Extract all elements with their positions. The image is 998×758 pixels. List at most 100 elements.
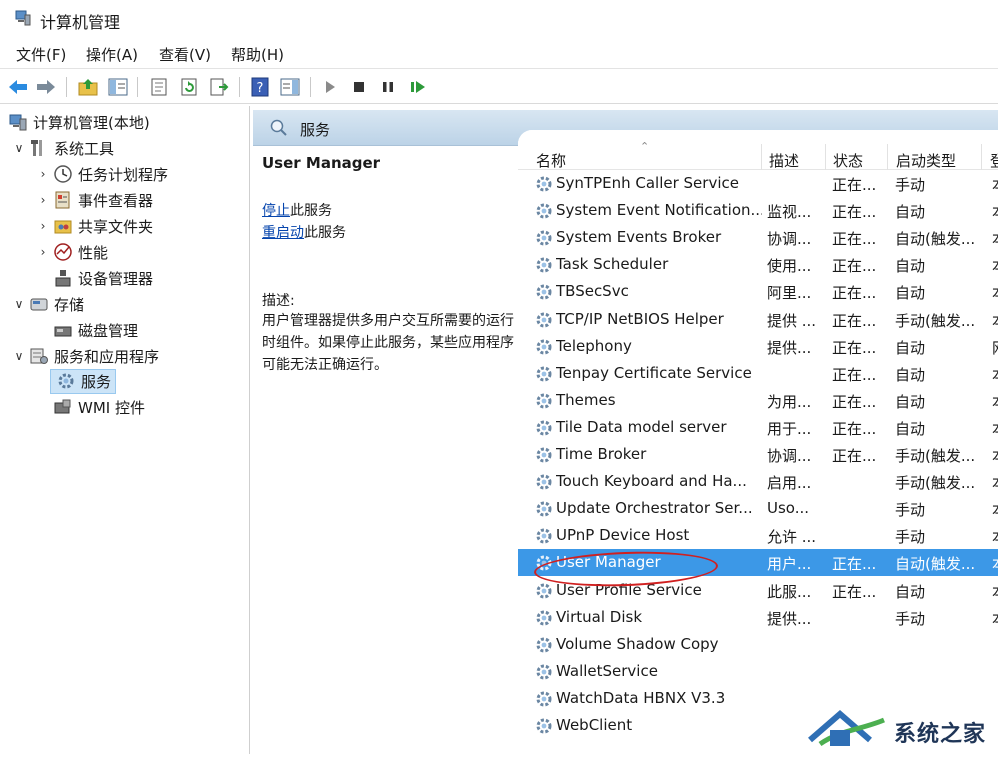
- clock-icon: [54, 165, 72, 183]
- chevron-down-icon[interactable]: ∨: [12, 141, 26, 155]
- menu-action[interactable]: 操作(A): [84, 44, 140, 65]
- services-list: ⌃ 名称 描述 状态 启动类型 登 SynTPEnh Caller Servic…: [518, 130, 998, 754]
- restart-service-icon[interactable]: [406, 75, 430, 99]
- house-logo-icon: [808, 710, 885, 747]
- gear-icon: [536, 501, 552, 517]
- service-name-cell: UPnP Device Host: [556, 526, 690, 545]
- service-logon-cell: 本: [992, 228, 998, 249]
- tree-item-label: WMI 控件: [78, 398, 145, 417]
- gear-icon: [536, 447, 552, 463]
- tree-item-shared-folders[interactable]: › 共享文件夹: [36, 213, 153, 239]
- service-name-cell: System Event Notification...: [556, 201, 762, 220]
- column-header-logon[interactable]: 登: [990, 150, 998, 171]
- service-name-cell: Tile Data model server: [556, 417, 727, 436]
- service-description-cell: 提供...: [767, 338, 812, 357]
- show-hide-tree-icon[interactable]: [106, 75, 130, 99]
- column-divider[interactable]: [981, 144, 982, 170]
- service-description-cell: 用于...: [767, 419, 812, 438]
- table-row[interactable]: System Event Notification... 监视... 正在... 自动…: [518, 197, 998, 224]
- table-row[interactable]: TBSecSvc 阿里... 正在... 自动 本: [518, 278, 998, 305]
- table-row[interactable]: WalletService: [518, 658, 998, 685]
- menu-file[interactable]: 文件(F): [14, 44, 68, 65]
- tree-item-label: 性能: [78, 243, 109, 262]
- tree-item-root[interactable]: 计算机管理(本地): [8, 109, 150, 135]
- tree-item-services-apps[interactable]: ∨ 服务和应用程序: [12, 343, 159, 369]
- tree-item-storage[interactable]: ∨ 存储: [12, 291, 84, 317]
- restart-service-link[interactable]: 重启动: [262, 225, 304, 241]
- service-description-cell: 提供 ...: [767, 311, 817, 330]
- menu-view[interactable]: 查看(V): [157, 44, 213, 65]
- export-list-icon[interactable]: [207, 75, 231, 99]
- stop-service-suffix: 此服务: [290, 203, 332, 219]
- watermark-logo: 系统之家: [800, 700, 998, 754]
- tree-item-disk-management[interactable]: 磁盘管理: [50, 317, 138, 343]
- table-row[interactable]: System Events Broker 协调... 正在... 自动(触发... 本: [518, 224, 998, 251]
- console-tree: 计算机管理(本地) ∨ 系统工具 › 任务计划程序 › 事件查看器 › 共享文件…: [0, 106, 250, 754]
- table-row[interactable]: Tile Data model server 用于... 正在... 自动 本: [518, 414, 998, 441]
- service-startup-cell: 自动: [895, 419, 926, 438]
- service-logon-cell: 本: [992, 364, 998, 385]
- chevron-down-icon[interactable]: ∨: [12, 349, 26, 363]
- table-row[interactable]: Time Broker 协调... 正在... 手动(触发... 本: [518, 441, 998, 468]
- table-row[interactable]: Virtual Disk 提供... 手动 本: [518, 604, 998, 631]
- column-divider[interactable]: [761, 144, 762, 170]
- back-icon[interactable]: [6, 75, 30, 99]
- service-startup-cell: 自动(触发...: [895, 555, 976, 574]
- properties-icon[interactable]: [147, 75, 171, 99]
- tree-item-performance[interactable]: › 性能: [36, 239, 108, 265]
- tree-item-event-viewer[interactable]: › 事件查看器: [36, 187, 153, 213]
- chevron-down-icon[interactable]: ∨: [12, 297, 26, 311]
- search-gear-icon: [270, 119, 287, 136]
- tree-item-task-scheduler[interactable]: › 任务计划程序: [36, 161, 168, 187]
- help-icon[interactable]: ?: [248, 75, 272, 99]
- table-row[interactable]: Update Orchestrator Ser... Uso... 手动 本: [518, 495, 998, 522]
- tree-item-label: 磁盘管理: [78, 321, 139, 340]
- table-row[interactable]: Themes 为用... 正在... 自动 本: [518, 387, 998, 414]
- tree-item-device-manager[interactable]: 设备管理器: [50, 265, 153, 291]
- table-row[interactable]: Tenpay Certificate Service 正在... 自动 本: [518, 360, 998, 387]
- show-action-pane-icon[interactable]: [278, 75, 302, 99]
- computer-management-icon: [15, 10, 31, 26]
- menu-help[interactable]: 帮助(H): [229, 44, 286, 65]
- table-row[interactable]: Touch Keyboard and Ha... 启用... 手动(触发... 本: [518, 468, 998, 495]
- table-row[interactable]: SynTPEnh Caller Service 正在... 手动 本: [518, 170, 998, 197]
- gear-icon: [536, 312, 552, 327]
- table-row[interactable]: Task Scheduler 使用... 正在... 自动 本: [518, 251, 998, 278]
- service-description-cell: 允许 ...: [767, 528, 817, 547]
- service-startup-cell: 手动: [895, 176, 926, 194]
- chevron-right-icon[interactable]: ›: [36, 193, 50, 207]
- stop-service-link[interactable]: 停止: [262, 203, 290, 219]
- column-header-name[interactable]: 名称: [536, 150, 566, 171]
- column-header-status[interactable]: 状态: [833, 150, 863, 171]
- column-header-description[interactable]: 描述: [769, 150, 799, 171]
- start-service-icon[interactable]: [318, 75, 342, 99]
- pause-service-icon[interactable]: [376, 75, 400, 99]
- table-row[interactable]: UPnP Device Host 允许 ... 手动 本: [518, 522, 998, 549]
- service-description-cell: 启用...: [767, 474, 812, 493]
- table-row[interactable]: Volume Shadow Copy: [518, 631, 998, 658]
- service-status-cell: 正在...: [832, 419, 877, 438]
- column-divider[interactable]: [887, 144, 888, 170]
- forward-icon[interactable]: [34, 75, 58, 99]
- column-divider[interactable]: [825, 144, 826, 170]
- table-row[interactable]: Telephony 提供... 正在... 自动 网: [518, 333, 998, 360]
- refresh-icon[interactable]: [177, 75, 201, 99]
- gear-icon: [536, 230, 552, 246]
- column-header-startup-type[interactable]: 启动类型: [896, 150, 956, 171]
- stop-service-icon[interactable]: [347, 75, 371, 99]
- up-folder-icon[interactable]: [76, 75, 100, 99]
- chevron-right-icon[interactable]: ›: [36, 245, 50, 259]
- tree-item-system-tools[interactable]: ∨ 系统工具: [12, 135, 114, 161]
- service-logon-cell: 本: [992, 608, 998, 629]
- chevron-right-icon[interactable]: ›: [36, 167, 50, 181]
- service-name-cell: Volume Shadow Copy: [556, 634, 719, 653]
- gear-icon: [536, 528, 552, 544]
- service-startup-cell: 自动: [895, 257, 926, 276]
- tree-item-label: 计算机管理(本地): [33, 113, 150, 132]
- service-description-cell: 协调...: [767, 230, 812, 249]
- chevron-right-icon[interactable]: ›: [36, 219, 50, 233]
- tree-item-wmi[interactable]: WMI 控件: [50, 394, 145, 420]
- service-status-cell: 正在...: [832, 311, 877, 330]
- table-row[interactable]: TCP/IP NetBIOS Helper 提供 ... 正在... 手动(触发...…: [518, 306, 998, 333]
- tree-item-services[interactable]: 服务: [50, 368, 117, 394]
